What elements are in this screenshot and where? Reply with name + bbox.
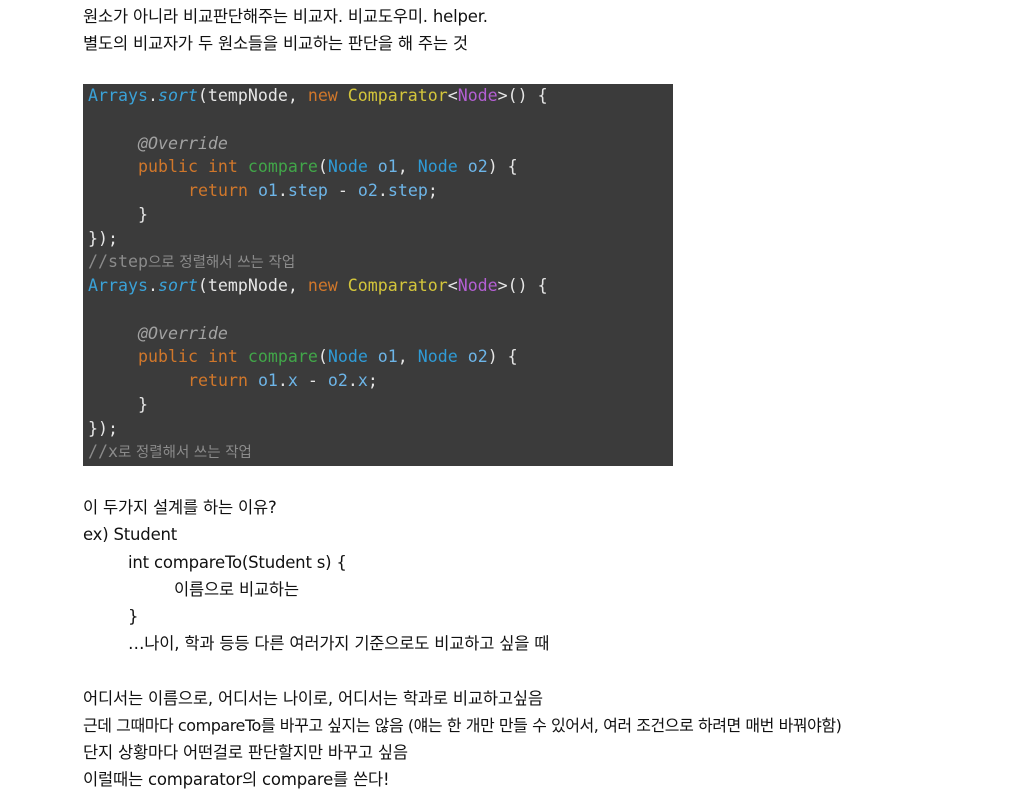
code-token-param1: o1 — [377, 157, 398, 176]
code-line-compare-sig: public int compare(Node o1, Node o2) { — [138, 157, 518, 177]
code-token-field: step — [287, 181, 328, 200]
code-token-lt: < — [447, 86, 458, 105]
code-line-close-call: }); — [88, 419, 118, 438]
code-token-semi: ; — [427, 181, 438, 200]
code-token-dot: . — [147, 86, 158, 105]
code-token-type1: Node — [327, 347, 378, 366]
code-token-paren-close: ) { — [487, 347, 518, 366]
code-token-int: int — [207, 347, 248, 366]
code-token-public: public — [138, 157, 208, 176]
code-token-class: Arrays — [88, 86, 148, 105]
code-token-type2: Node — [417, 157, 468, 176]
code-token-minus: - — [297, 371, 328, 390]
code-token-compare: compare — [247, 347, 318, 366]
code-token-param2: o2 — [467, 157, 488, 176]
example-more: …나이, 학과 등등 다른 여러가지 기준으로도 비교하고 싶을 때 — [128, 634, 550, 653]
code-token-dot: . — [277, 371, 288, 390]
code-token-gt-paren: >() { — [497, 86, 548, 105]
code-comment-prefix: //step — [88, 252, 148, 271]
code-comment-text: 로 정렬해서 쓰는 작업 — [117, 445, 252, 461]
code-token-o2: o2 — [327, 371, 348, 390]
code-token-field: x — [357, 371, 368, 390]
code-token-annotation: @Override — [138, 324, 228, 343]
code-token-return: return — [188, 181, 258, 200]
code-token-minus: - — [327, 181, 358, 200]
code-token-semi: ; — [367, 371, 378, 390]
code-token-comparator: Comparator — [347, 86, 448, 105]
code-token-int: int — [207, 157, 248, 176]
code-line-compare-sig: public int compare(Node o1, Node o2) { — [138, 347, 518, 367]
code-token-paren-close: ) { — [487, 157, 518, 176]
code-token-generic: Node — [457, 86, 498, 105]
paragraph-line-4: 이럴때는 comparator의 compare를 쓴다! — [83, 770, 390, 789]
code-line-override: @Override — [138, 134, 228, 154]
intro-line-1: 원소가 아니라 비교판단해주는 비교자. 비교도우미. helper. — [83, 7, 488, 26]
code-token-comma: , — [397, 157, 418, 176]
code-token-args: (tempNode, — [197, 86, 308, 105]
code-token-comma: , — [397, 347, 418, 366]
example-title: ex) Student — [83, 525, 178, 544]
intro-line-2: 별도의 비교자가 두 원소들을 비교하는 판단을 해 주는 것 — [83, 34, 468, 53]
code-token-gt-paren: >() { — [497, 276, 548, 295]
code-line-sort-call: Arrays.sort(tempNode, new Comparator<Nod… — [88, 86, 548, 106]
code-comment-prefix: //x — [88, 442, 118, 461]
code-token-method: sort — [157, 276, 198, 295]
code-token-args: (tempNode, — [197, 276, 308, 295]
code-token-class: Arrays — [88, 276, 148, 295]
code-line-return: return o1.step - o2.step; — [188, 181, 438, 201]
code-token-dot: . — [277, 181, 288, 200]
code-line-comment: //x로 정렬해서 쓰는 작업 — [88, 442, 252, 463]
code-token-param1: o1 — [377, 347, 398, 366]
code-token-public: public — [138, 347, 208, 366]
note-page: 원소가 아니라 비교판단해주는 비교자. 비교도우미. helper. 별도의 … — [0, 0, 1013, 811]
code-comment-text: 으로 정렬해서 쓰는 작업 — [147, 255, 296, 271]
code-token-o1: o1 — [257, 371, 278, 390]
code-line-return: return o1.x - o2.x; — [188, 371, 378, 391]
code-token-comparator: Comparator — [347, 276, 448, 295]
code-token-generic: Node — [457, 276, 498, 295]
example-signature: int compareTo(Student s) { — [128, 553, 347, 572]
code-token-type1: Node — [327, 157, 378, 176]
code-line-close-brace: } — [138, 205, 148, 224]
code-token-param2: o2 — [467, 347, 488, 366]
code-line-comment: //step으로 정렬해서 쓰는 작업 — [88, 252, 295, 273]
code-block: Arrays.sort(tempNode, new Comparator<Nod… — [83, 84, 673, 466]
paragraph-line-3: 단지 상황마다 어떤걸로 판단할지만 바꾸고 싶음 — [83, 743, 408, 762]
example-body: 이름으로 비교하는 — [174, 580, 299, 599]
code-token-dot: . — [147, 276, 158, 295]
code-token-paren-open: ( — [317, 157, 328, 176]
code-token-dot: . — [347, 371, 358, 390]
paragraph-line-1: 어디서는 이름으로, 어디서는 나이로, 어디서는 학과로 비교하고싶음 — [83, 689, 543, 708]
code-token-compare: compare — [247, 157, 318, 176]
code-token-new: new — [307, 276, 348, 295]
code-line-close-brace: } — [138, 395, 148, 414]
code-token-annotation: @Override — [138, 134, 228, 153]
code-token-method: sort — [157, 86, 198, 105]
code-line-sort-call: Arrays.sort(tempNode, new Comparator<Nod… — [88, 276, 548, 296]
paragraph-line-2: 근데 그때마다 compareTo를 바꾸고 싶지는 않음 (얘는 한 개만 만… — [83, 716, 842, 735]
example-close: } — [128, 607, 139, 626]
question-line: 이 두가지 설계를 하는 이유? — [83, 498, 277, 517]
code-token-new: new — [307, 86, 348, 105]
code-token-lt: < — [447, 276, 458, 295]
code-line-override: @Override — [138, 324, 228, 344]
code-token-dot: . — [377, 181, 388, 200]
code-token-type2: Node — [417, 347, 468, 366]
code-token-o1: o1 — [257, 181, 278, 200]
code-token-field: x — [287, 371, 298, 390]
code-token-field: step — [387, 181, 428, 200]
code-token-paren-open: ( — [317, 347, 328, 366]
code-token-return: return — [188, 371, 258, 390]
code-token-o2: o2 — [357, 181, 378, 200]
code-line-close-call: }); — [88, 229, 118, 248]
